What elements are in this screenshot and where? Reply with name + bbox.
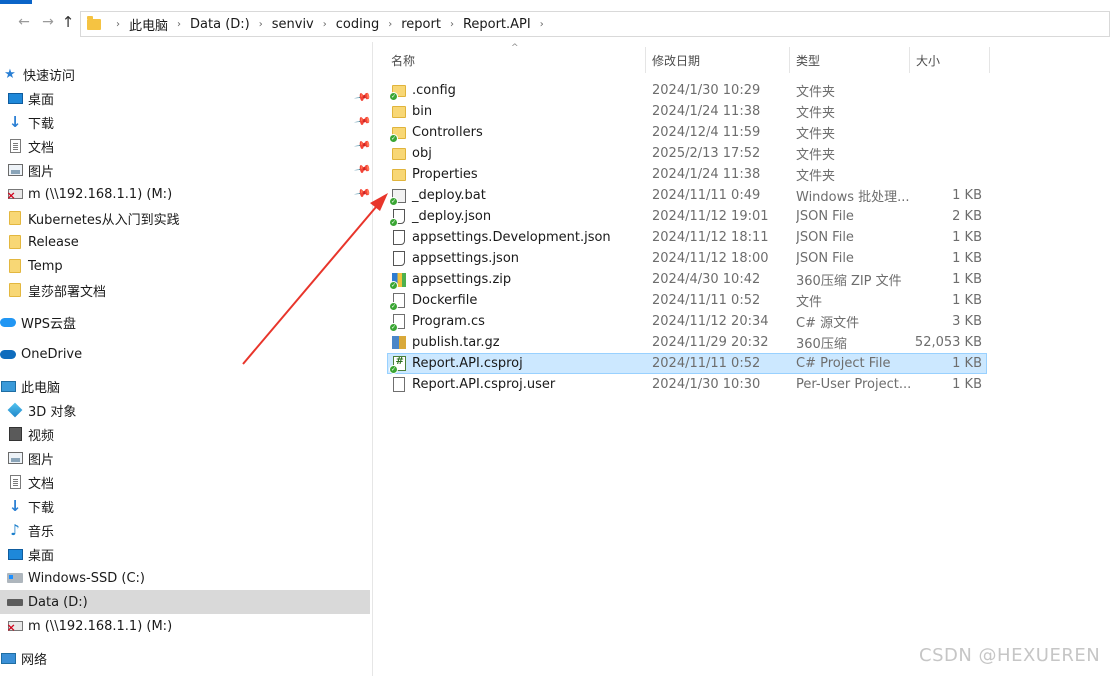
annotation-arrow-line xyxy=(242,206,377,365)
watermark: CSDN @HEXUEREN xyxy=(919,645,1101,666)
annotation-arrow xyxy=(242,193,388,365)
annotation-arrow-head xyxy=(370,193,388,211)
